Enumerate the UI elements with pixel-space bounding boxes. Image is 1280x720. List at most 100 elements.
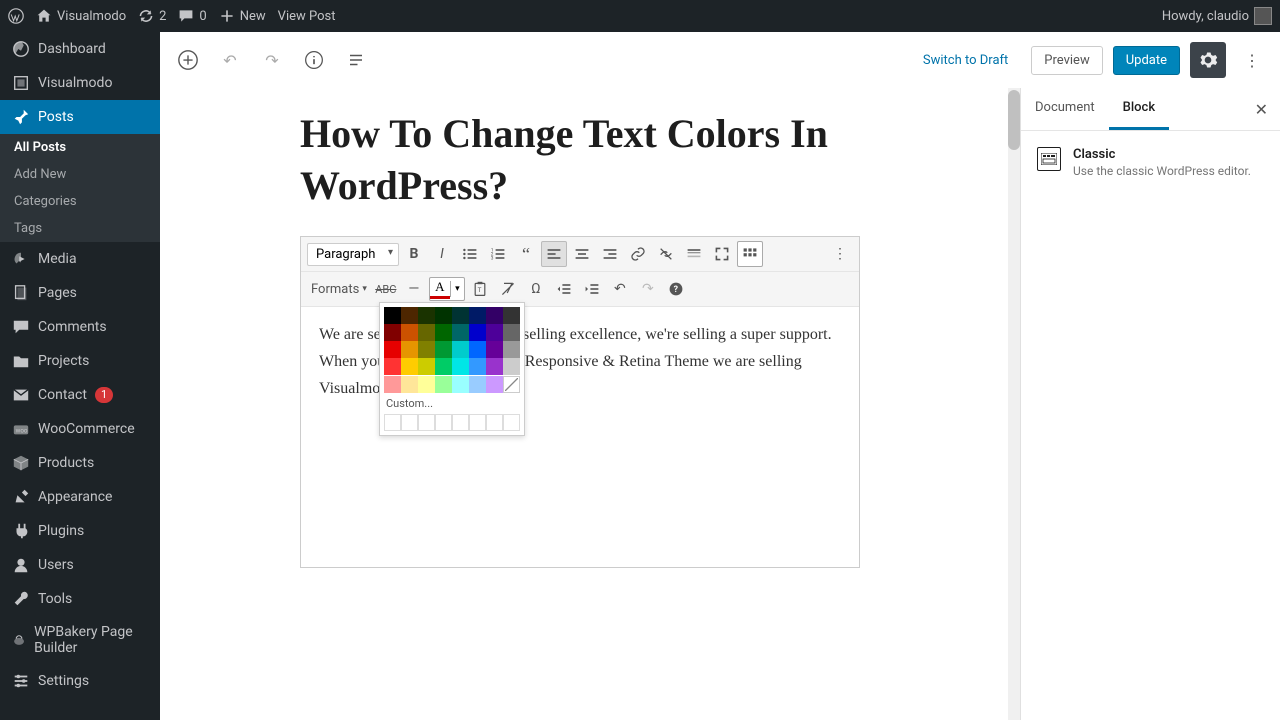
sidebar-item-woocommerce[interactable]: wooWooCommerce (0, 412, 160, 446)
redo-button-2[interactable]: ↷ (635, 276, 661, 302)
paste-text-button[interactable]: T (467, 276, 493, 302)
color-cell[interactable] (486, 376, 503, 393)
color-cell[interactable] (503, 324, 520, 341)
italic-button[interactable]: I (429, 241, 455, 267)
help-button[interactable]: ? (663, 276, 689, 302)
fullscreen-button[interactable] (709, 241, 735, 267)
sidebar-item-contact[interactable]: Contact1 (0, 378, 160, 412)
color-cell[interactable] (452, 307, 469, 324)
recent-color-cell[interactable] (401, 414, 418, 431)
outdent-button[interactable] (551, 276, 577, 302)
preview-button[interactable]: Preview (1031, 46, 1102, 75)
no-color-cell[interactable] (503, 376, 520, 393)
color-cell[interactable] (469, 307, 486, 324)
color-cell[interactable] (503, 307, 520, 324)
text-color-button[interactable]: A▾ (429, 277, 465, 301)
sidebar-item-projects[interactable]: Projects (0, 344, 160, 378)
bold-button[interactable]: B (401, 241, 427, 267)
recent-color-cell[interactable] (452, 414, 469, 431)
recent-color-cell[interactable] (435, 414, 452, 431)
sidebar-item-users[interactable]: Users (0, 548, 160, 582)
numbered-list-button[interactable]: 123 (485, 241, 511, 267)
align-left-button[interactable] (541, 241, 567, 267)
redo-button[interactable]: ↷ (256, 44, 288, 76)
site-home-link[interactable]: Visualmodo (36, 8, 126, 24)
sidebar-item-settings[interactable]: Settings (0, 664, 160, 698)
color-cell[interactable] (469, 376, 486, 393)
unlink-button[interactable] (653, 241, 679, 267)
color-cell[interactable] (435, 307, 452, 324)
clear-format-button[interactable] (495, 276, 521, 302)
color-cell[interactable] (384, 307, 401, 324)
color-cell[interactable] (469, 341, 486, 358)
recent-color-cell[interactable] (418, 414, 435, 431)
sidebar-item-posts[interactable]: Posts (0, 100, 160, 134)
color-cell[interactable] (469, 358, 486, 375)
recent-color-cell[interactable] (469, 414, 486, 431)
color-cell[interactable] (401, 307, 418, 324)
color-cell[interactable] (452, 376, 469, 393)
color-cell[interactable] (384, 376, 401, 393)
color-cell[interactable] (418, 358, 435, 375)
more-menu-button[interactable]: ⋮ (1236, 44, 1268, 76)
sidebar-subitem-all-posts[interactable]: All Posts (0, 134, 160, 161)
sidebar-subitem-add-new[interactable]: Add New (0, 161, 160, 188)
sidebar-item-media[interactable]: Media (0, 242, 160, 276)
recent-color-cell[interactable] (384, 414, 401, 431)
sidebar-item-pages[interactable]: Pages (0, 276, 160, 310)
special-char-button[interactable]: Ω (523, 276, 549, 302)
wp-logo[interactable] (8, 8, 24, 24)
color-cell[interactable] (486, 358, 503, 375)
outline-button[interactable] (340, 44, 372, 76)
sidebar-item-visualmodo[interactable]: Visualmodo (0, 66, 160, 100)
color-cell[interactable] (418, 307, 435, 324)
undo-button-2[interactable]: ↶ (607, 276, 633, 302)
info-button[interactable] (298, 44, 330, 76)
recent-color-cell[interactable] (503, 414, 520, 431)
align-right-button[interactable] (597, 241, 623, 267)
color-cell[interactable] (418, 324, 435, 341)
close-inspector-button[interactable]: ✕ (1243, 100, 1280, 119)
color-cell[interactable] (486, 324, 503, 341)
link-button[interactable] (625, 241, 651, 267)
profile-link[interactable]: Howdy, claudio (1162, 7, 1272, 25)
sidebar-item-products[interactable]: Products (0, 446, 160, 480)
sidebar-item-appearance[interactable]: Appearance (0, 480, 160, 514)
switch-to-draft-button[interactable]: Switch to Draft (910, 46, 1021, 75)
add-block-button[interactable] (172, 44, 204, 76)
recent-color-cell[interactable] (486, 414, 503, 431)
color-cell[interactable] (384, 324, 401, 341)
post-title-input[interactable]: How To Change Text Colors In WordPress? (300, 108, 860, 212)
color-cell[interactable] (418, 341, 435, 358)
sidebar-item-plugins[interactable]: Plugins (0, 514, 160, 548)
tab-block[interactable]: Block (1109, 88, 1169, 130)
color-cell[interactable] (469, 324, 486, 341)
custom-color-button[interactable]: Custom... (384, 393, 520, 414)
sidebar-item-dashboard[interactable]: Dashboard (0, 32, 160, 66)
color-cell[interactable] (452, 324, 469, 341)
updates-link[interactable]: 2 (138, 8, 166, 24)
comments-link[interactable]: 0 (178, 8, 206, 24)
settings-toggle-button[interactable] (1190, 42, 1226, 78)
scrollbar[interactable] (1008, 88, 1020, 720)
color-cell[interactable] (486, 307, 503, 324)
sidebar-item-wpbakery-page-builder[interactable]: WPBakery Page Builder (0, 616, 160, 664)
bullet-list-button[interactable] (457, 241, 483, 267)
color-cell[interactable] (452, 358, 469, 375)
color-cell[interactable] (384, 358, 401, 375)
new-link[interactable]: New (219, 8, 266, 24)
color-cell[interactable] (384, 341, 401, 358)
color-cell[interactable] (435, 376, 452, 393)
sidebar-item-tools[interactable]: Tools (0, 582, 160, 616)
blockquote-button[interactable]: “ (513, 241, 539, 267)
color-cell[interactable] (486, 341, 503, 358)
color-cell[interactable] (401, 358, 418, 375)
block-more-button[interactable]: ⋮ (827, 241, 853, 267)
color-cell[interactable] (401, 376, 418, 393)
tab-document[interactable]: Document (1021, 88, 1109, 130)
sidebar-subitem-categories[interactable]: Categories (0, 188, 160, 215)
sidebar-item-comments[interactable]: Comments (0, 310, 160, 344)
color-cell[interactable] (503, 341, 520, 358)
more-button[interactable] (681, 241, 707, 267)
toolbar-toggle-button[interactable] (737, 241, 763, 267)
